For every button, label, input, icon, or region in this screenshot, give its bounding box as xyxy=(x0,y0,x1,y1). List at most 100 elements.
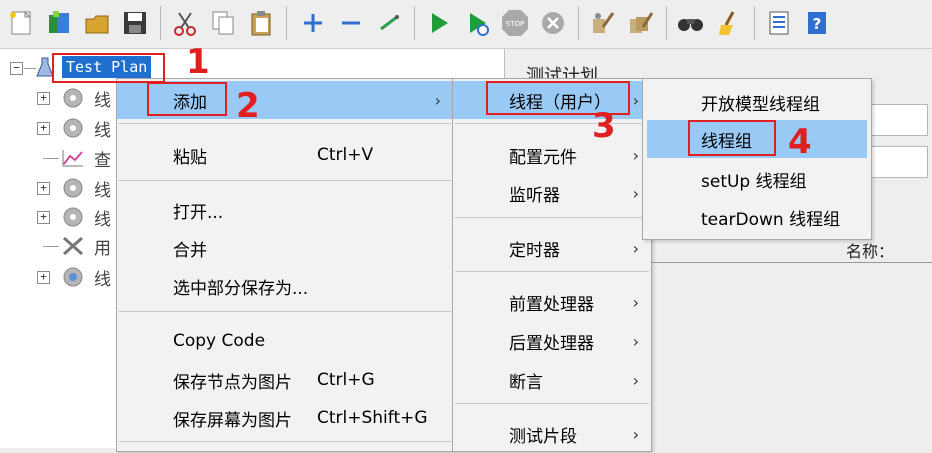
toggle-icon[interactable] xyxy=(372,6,406,40)
menu-item-pre-processor[interactable]: 前置处理器 › xyxy=(453,283,651,321)
tree-expand-toggle[interactable]: + xyxy=(37,92,50,105)
clear-all-icon[interactable] xyxy=(624,6,658,40)
new-icon[interactable] xyxy=(4,6,38,40)
gear-icon xyxy=(60,86,86,115)
menu-item-label: 打开... xyxy=(173,202,224,223)
tree-item-label[interactable]: 线 xyxy=(94,176,111,201)
menu-item-config-element[interactable]: 配置元件 › xyxy=(453,136,651,174)
save-icon[interactable] xyxy=(118,6,152,40)
menu-item-teardown-thread-group[interactable]: tearDown 线程组 xyxy=(643,198,871,236)
start-no-pause-icon[interactable] xyxy=(460,6,494,40)
menu-item-save-screen-image[interactable]: 保存屏幕为图片 Ctrl+Shift+G xyxy=(117,399,453,437)
menu-item-label: 粘贴 xyxy=(173,147,207,168)
menu-item-save-selection[interactable]: 选中部分保存为... xyxy=(117,267,453,305)
tree-item-label[interactable]: 线 xyxy=(94,86,111,111)
table-divider xyxy=(652,262,932,263)
step1-number: 1 xyxy=(186,42,210,82)
tree-item-label[interactable]: 线 xyxy=(94,116,111,141)
menu-item-timer[interactable]: 定时器 › xyxy=(453,229,651,267)
chevron-right-icon: › xyxy=(632,183,639,203)
tree-item-label[interactable]: 查 xyxy=(94,146,111,171)
menu-separator xyxy=(119,441,451,442)
menu-item-setup-thread-group[interactable]: setUp 线程组 xyxy=(643,160,871,198)
menu-item-open-model-thread-group[interactable]: 开放模型线程组 xyxy=(643,83,871,121)
menu-item-label: 前置处理器 xyxy=(509,294,594,315)
menu-item-merge[interactable]: 合并 xyxy=(117,229,453,267)
help-icon[interactable]: ? xyxy=(800,6,834,40)
tree-expand-toggle[interactable]: + xyxy=(37,271,50,284)
menu-item-label: 保存节点为图片 xyxy=(173,372,292,393)
menu-item-assertion[interactable]: 断言 › xyxy=(453,361,651,399)
chevron-right-icon: › xyxy=(632,331,639,351)
collapse-icon[interactable] xyxy=(334,6,368,40)
step4-number: 4 xyxy=(788,122,812,162)
menu-item-shortcut: Ctrl+V xyxy=(317,145,374,165)
name-column-header: 名称： xyxy=(846,242,895,261)
search-icon[interactable] xyxy=(674,6,708,40)
gear-icon xyxy=(60,116,86,145)
step3-number: 3 xyxy=(592,106,616,146)
add-submenu: 线程（用户） › 配置元件 › 监听器 › 定时器 › 前置处理器 › 后置处理… xyxy=(452,78,652,452)
menu-item-copy-code[interactable]: Copy Code xyxy=(117,322,453,360)
copy-icon[interactable] xyxy=(206,6,240,40)
tree-item-label[interactable]: 线 xyxy=(94,265,111,290)
threads-submenu: 开放模型线程组 线程组 setUp 线程组 tearDown 线程组 xyxy=(642,78,872,240)
reset-search-icon[interactable] xyxy=(712,6,746,40)
tree-expand-toggle[interactable]: + xyxy=(37,211,50,224)
chevron-right-icon: › xyxy=(632,90,639,110)
paste-icon[interactable] xyxy=(244,6,278,40)
menu-item-label: 配置元件 xyxy=(509,147,577,168)
start-icon[interactable] xyxy=(422,6,456,40)
menu-separator xyxy=(119,123,451,124)
menu-item-label: 选中部分保存为... xyxy=(173,278,309,299)
gear-icon xyxy=(60,176,86,205)
shutdown-icon[interactable] xyxy=(536,6,570,40)
function-helper-icon[interactable] xyxy=(762,6,796,40)
menu-item-listener[interactable]: 监听器 › xyxy=(453,174,651,212)
chevron-right-icon: › xyxy=(632,424,639,444)
step4-highlight-box xyxy=(688,120,776,156)
chevron-right-icon: › xyxy=(632,145,639,165)
stop-icon[interactable]: STOP xyxy=(498,6,532,40)
clear-icon[interactable] xyxy=(586,6,620,40)
menu-separator xyxy=(455,217,649,218)
templates-icon[interactable] xyxy=(42,6,76,40)
svg-text:?: ? xyxy=(813,15,822,33)
menu-item-shortcut: Ctrl+Shift+G xyxy=(317,408,428,428)
chevron-right-icon: › xyxy=(632,370,639,390)
tree-expand-toggle[interactable]: + xyxy=(37,182,50,195)
tree-item-label[interactable]: 用 xyxy=(94,234,111,259)
menu-item-label: 测试片段 xyxy=(509,426,577,447)
step2-number: 2 xyxy=(236,86,260,126)
tree-expand-toggle[interactable]: + xyxy=(37,122,50,135)
chevron-right-icon: › xyxy=(632,292,639,312)
menu-separator xyxy=(455,271,649,272)
chevron-right-icon: › xyxy=(434,90,441,110)
context-menu: 添加 › 粘贴 Ctrl+V 打开... 合并 选中部分保存为... Copy … xyxy=(116,78,454,452)
menu-item-label: 监听器 xyxy=(509,185,560,206)
menu-item-open[interactable]: 打开... xyxy=(117,191,453,229)
open-icon[interactable] xyxy=(80,6,114,40)
menu-item-paste[interactable]: 粘贴 Ctrl+V xyxy=(117,136,453,174)
menu-item-label: 定时器 xyxy=(509,240,560,261)
menu-separator xyxy=(119,180,451,181)
tree-item-label[interactable]: 线 xyxy=(94,205,111,230)
step2-highlight-box xyxy=(147,82,227,116)
menu-separator xyxy=(455,403,649,404)
tree-connector xyxy=(43,158,59,159)
menu-item-save-node-image[interactable]: 保存节点为图片 Ctrl+G xyxy=(117,361,453,399)
name-field[interactable] xyxy=(866,104,928,136)
tree-connector xyxy=(43,246,59,247)
menu-item-test-fragment[interactable]: 测试片段 › xyxy=(453,415,651,453)
gear-icon xyxy=(60,265,86,294)
expand-icon[interactable] xyxy=(296,6,330,40)
menu-item-post-processor[interactable]: 后置处理器 › xyxy=(453,322,651,360)
svg-text:STOP: STOP xyxy=(506,20,524,28)
comments-field[interactable] xyxy=(866,146,928,178)
graph-icon xyxy=(60,146,86,175)
menu-item-shortcut: Ctrl+G xyxy=(317,370,375,390)
cut-icon[interactable] xyxy=(168,6,202,40)
menu-separator xyxy=(119,311,451,312)
collapse-root-toggle[interactable]: − xyxy=(10,62,23,75)
menu-item-label: 后置处理器 xyxy=(509,333,594,354)
